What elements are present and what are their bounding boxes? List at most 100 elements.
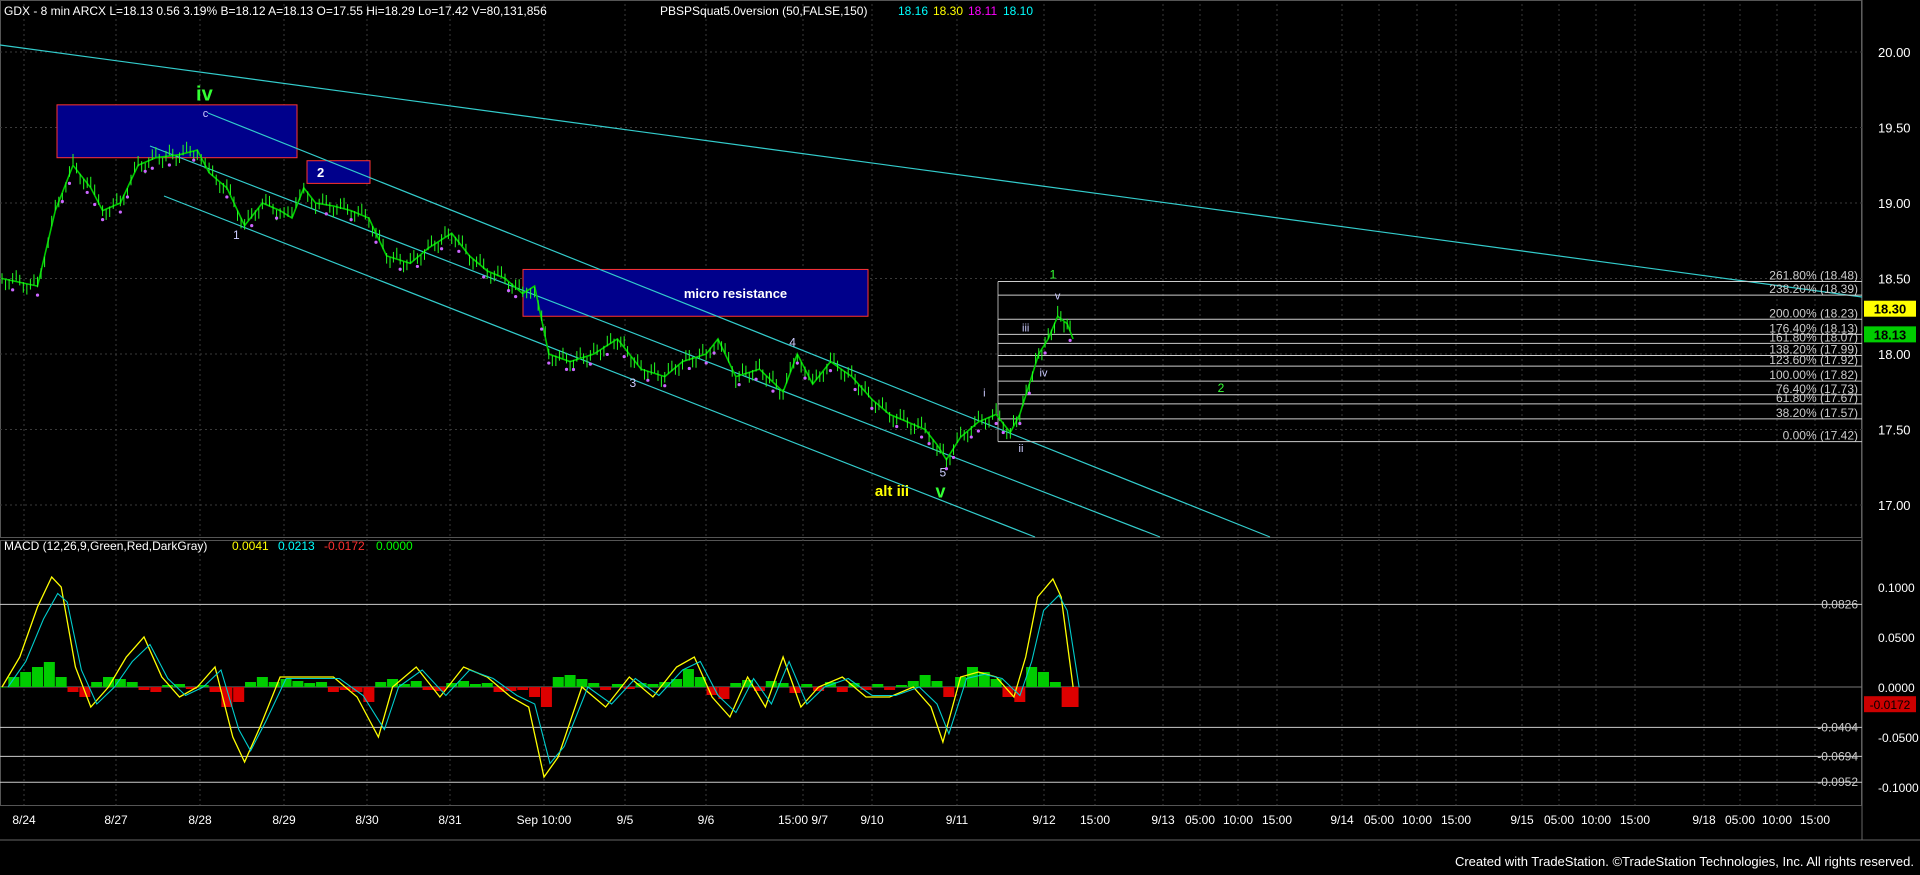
fib-level-label: 238.20% (18.39): [1769, 282, 1858, 296]
macd-histogram-bar: [304, 683, 316, 687]
wave-label: 4: [789, 335, 796, 349]
wave-label: alt iii: [875, 483, 909, 500]
macd-histogram-bar: [730, 683, 742, 687]
signal-dot: [704, 361, 708, 365]
macd-histogram-bar: [1067, 687, 1079, 707]
signal-dot: [951, 455, 956, 460]
macd-ref-label: -0.0952: [1817, 775, 1858, 789]
signal-dot: [250, 224, 254, 228]
symbol-info: GDX - 8 min ARCX L=18.13 0.56 3.19% B=18…: [4, 4, 547, 18]
macd-histogram-bar: [43, 662, 55, 687]
macd-histogram-bar: [20, 672, 32, 687]
macd-histogram-bar: [836, 687, 848, 692]
fib-level-label: 38.20% (17.57): [1776, 406, 1858, 420]
x-tick-label: 9/10: [860, 813, 884, 827]
x-tick-label: 05:00: [1185, 813, 1215, 827]
chart-canvas: 2micro resistance 261.80% (18.48)238.20%…: [0, 0, 1920, 870]
signal-dot: [646, 378, 650, 382]
signal-dot: [663, 384, 667, 388]
signal-dot: [687, 366, 691, 371]
signal-dot: [1068, 338, 1072, 343]
signal-dot: [803, 376, 807, 380]
indicator-value-4: 18.10: [1003, 4, 1033, 18]
signal-dot: [564, 367, 569, 371]
x-tick-label: 05:00: [1725, 813, 1755, 827]
macd-histogram-bar: [256, 677, 268, 687]
signal-dot: [274, 216, 279, 220]
macd-value-4: 0.0000: [376, 539, 413, 553]
y-tick-label: 20.00: [1878, 45, 1911, 60]
y-tick-label: 18.00: [1878, 347, 1911, 362]
x-tick-label: 9/6: [698, 813, 715, 827]
x-tick-label: 8/30: [355, 813, 379, 827]
signal-dot: [398, 267, 402, 271]
macd-ref-label: -0.0694: [1817, 749, 1858, 763]
signal-dot: [167, 163, 171, 167]
macd-histogram-bar: [872, 684, 884, 687]
signal-dot: [192, 158, 196, 162]
macd-histogram-bar: [55, 677, 67, 687]
macd-histogram-bar: [943, 687, 955, 697]
macd-histogram-bar: [1037, 672, 1049, 687]
signal-dot: [506, 288, 511, 293]
signal-dot: [1018, 421, 1022, 426]
signal-dot: [85, 190, 89, 195]
y-tick-label: 19.00: [1878, 196, 1911, 211]
x-tick-label: 9/15: [1510, 813, 1534, 827]
wave-label: iv: [1040, 368, 1048, 380]
x-tick-label: 05:00: [1544, 813, 1574, 827]
macd-histogram-bar: [91, 682, 103, 687]
signal-dot: [125, 195, 130, 199]
indicator-value-1: 18.16: [898, 4, 928, 18]
wave-label: ii: [1019, 443, 1024, 455]
macd-histogram-bar: [233, 687, 245, 702]
x-tick-label: 8/29: [272, 813, 296, 827]
macd-histogram-bar: [469, 684, 481, 687]
macd-histogram-bar: [32, 667, 44, 687]
fib-level-label: 100.00% (17.82): [1769, 368, 1858, 382]
macd-histogram-bar: [67, 687, 79, 692]
signal-dot: [374, 240, 378, 244]
x-tick-label: 15:00: [1262, 813, 1292, 827]
x-tick-label: 15:00: [1080, 813, 1110, 827]
macd-value-2: 0.0213: [278, 539, 315, 553]
signal-dot: [870, 406, 874, 410]
x-tick-label: 9/5: [617, 813, 634, 827]
x-tick-label: 10:00: [1402, 813, 1432, 827]
x-tick-label: 05:00: [1364, 813, 1394, 827]
macd-histogram-bar: [126, 682, 138, 687]
y-tick-label: 18.50: [1878, 272, 1911, 287]
x-tick-label: 15:00 9/7: [778, 813, 828, 827]
x-tick-label: 15:00: [1620, 813, 1650, 827]
macd-histogram-bar: [327, 687, 339, 692]
wave-label: i: [983, 387, 985, 399]
signal-dot: [67, 181, 72, 185]
macd-histogram-bar: [209, 687, 221, 692]
signal-dot: [35, 293, 40, 297]
wave-label: v: [1055, 291, 1061, 303]
macd-histogram-bar: [375, 682, 387, 687]
macd-histogram-bar: [919, 675, 931, 687]
signal-dot: [588, 362, 592, 366]
signal-dot: [754, 377, 758, 381]
footer-credit: Created with TradeStation. ©TradeStation…: [1455, 854, 1914, 869]
macd-histogram-bar: [576, 679, 588, 687]
macd-y-tick: 0.1000: [1878, 581, 1915, 595]
macd-histogram-bar: [150, 687, 162, 692]
macd-histogram-bar: [529, 687, 541, 697]
x-tick-label: 9/14: [1330, 813, 1354, 827]
signal-dot: [540, 327, 544, 331]
signal-dot: [349, 218, 353, 222]
x-tick-label: Sep 10:00: [517, 813, 572, 827]
x-tick-label: 9/13: [1151, 813, 1175, 827]
signal-dot: [143, 169, 147, 173]
signal-dot: [622, 354, 626, 359]
x-tick-label: 15:00: [1441, 813, 1471, 827]
macd-label: MACD (12,26,9,Green,Red,DarkGray): [4, 539, 207, 553]
macd-histogram-bar: [647, 684, 659, 687]
macd-histogram-bar: [564, 675, 576, 687]
signal-dot: [225, 195, 229, 199]
fib-level-label: 0.00% (17.42): [1783, 429, 1858, 443]
signal-dot: [919, 435, 924, 439]
signal-dot: [795, 361, 799, 365]
